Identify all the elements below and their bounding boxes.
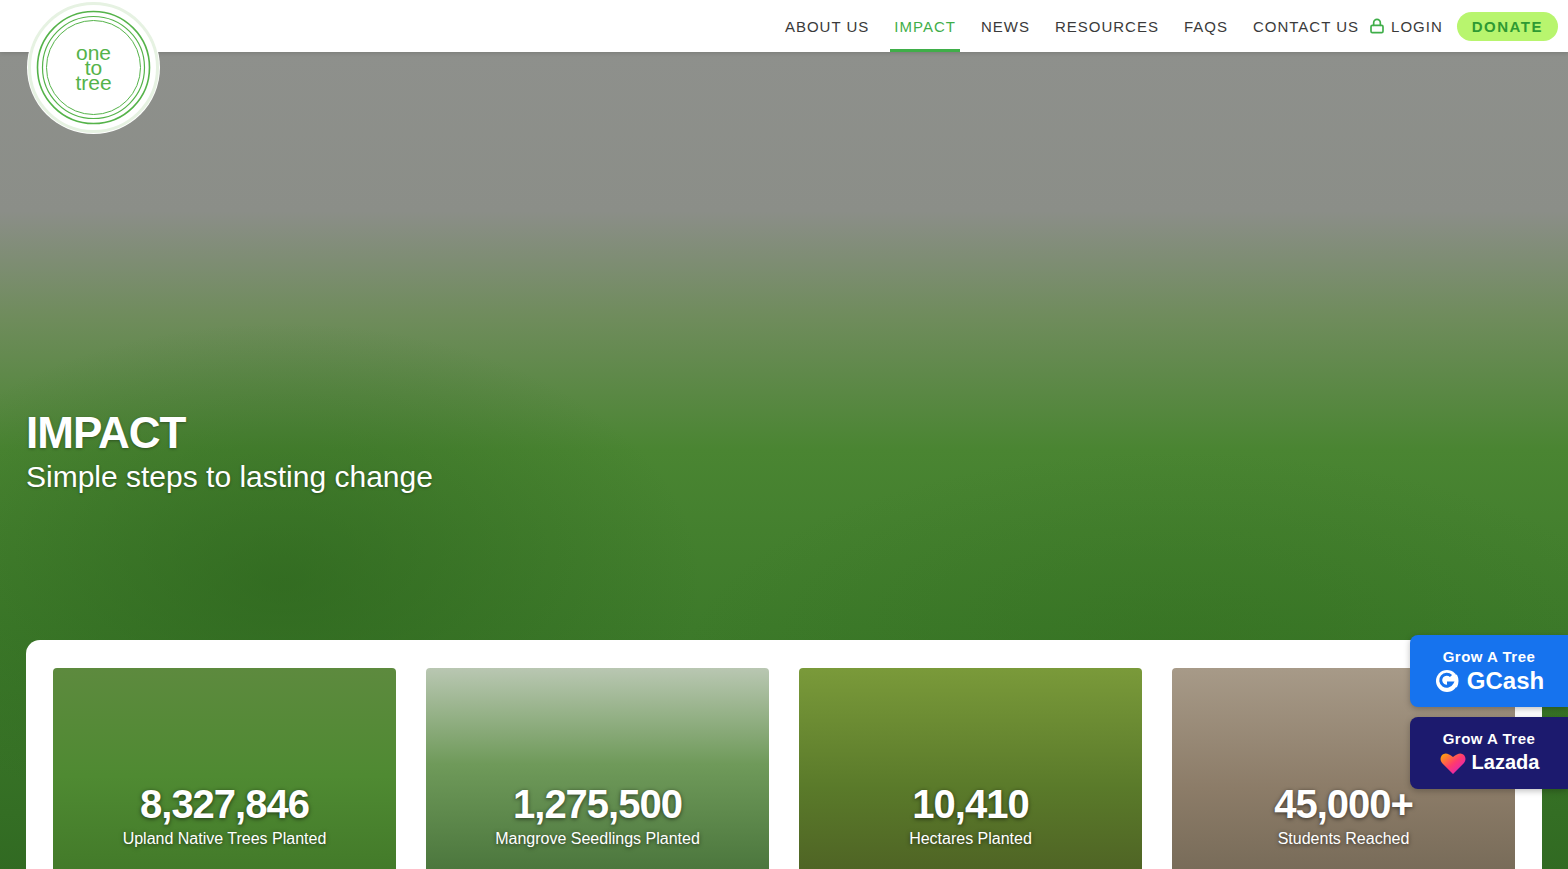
- stat-label: Students Reached: [1278, 830, 1410, 848]
- grow-tree-title: Grow A Tree: [1443, 730, 1536, 747]
- login-link[interactable]: LOGIN: [1369, 0, 1443, 52]
- brand-name: Lazada: [1472, 751, 1540, 774]
- gcash-icon: [1434, 667, 1462, 695]
- stats-panel: 8,327,846 Upland Native Trees Planted 1,27…: [26, 640, 1542, 869]
- stat-value: 8,327,846: [140, 782, 309, 826]
- grow-tree-title: Grow A Tree: [1443, 648, 1536, 665]
- nav-item[interactable]: FAQS: [1180, 0, 1232, 52]
- main-nav: ABOUT US IMPACT NEWS RESOURCES FAQS CONTACT U…: [781, 0, 1363, 52]
- logo-text: onetotree: [75, 45, 111, 90]
- hero: IMPACTSimple steps to lasting change 8,32…: [0, 52, 1568, 869]
- stat-card: 10,410 Hectares Planted: [799, 668, 1142, 869]
- grow-tree-button[interactable]: Grow A Tree GCash: [1410, 635, 1568, 707]
- nav-item[interactable]: RESOURCES: [1051, 0, 1163, 52]
- stat-card: 8,327,846 Upland Native Trees Planted: [53, 668, 396, 869]
- stat-value: 45,000+: [1274, 782, 1413, 826]
- logo-line: to: [85, 60, 103, 75]
- hero-text: IMPACTSimple steps to lasting change: [0, 52, 1568, 640]
- donate-button[interactable]: DONATE: [1457, 12, 1558, 41]
- lazada-heart-icon: [1439, 749, 1467, 777]
- brand-row: Lazada: [1439, 749, 1540, 777]
- nav-item[interactable]: CONTACT US: [1249, 0, 1363, 52]
- stat-label: Mangrove Seedlings Planted: [495, 830, 700, 848]
- stat-label: Upland Native Trees Planted: [123, 830, 327, 848]
- stat-value: 10,410: [912, 782, 1028, 826]
- stat-card: 1,275,500 Mangrove Seedlings Planted: [426, 668, 769, 869]
- nav-item[interactable]: IMPACT: [890, 0, 960, 52]
- header: ABOUT US IMPACT NEWS RESOURCES FAQS CONTACT U…: [0, 0, 1568, 52]
- grow-tree-button[interactable]: Grow A Tree Lazada: [1410, 717, 1568, 789]
- brand-row: GCash: [1434, 667, 1544, 695]
- nav-item[interactable]: ABOUT US: [781, 0, 873, 52]
- floating-buttons: Grow A Tree GCash Grow A Tree Lazada: [1410, 635, 1568, 789]
- hero-subtitle: Simple steps to lasting change: [26, 459, 1568, 495]
- lock-icon: [1369, 18, 1385, 34]
- stat-label: Hectares Planted: [909, 830, 1032, 848]
- stat-value: 1,275,500: [513, 782, 682, 826]
- brand-name: GCash: [1467, 667, 1544, 695]
- hero-title: IMPACT: [26, 408, 1568, 459]
- logo-line: one: [76, 45, 111, 60]
- logo-line: tree: [75, 75, 111, 90]
- logo[interactable]: onetotree: [27, 1, 160, 134]
- nav-item[interactable]: NEWS: [977, 0, 1034, 52]
- page: onetotree ABOUT US IMPACT NEWS RESOURCES FAQS…: [0, 0, 1568, 869]
